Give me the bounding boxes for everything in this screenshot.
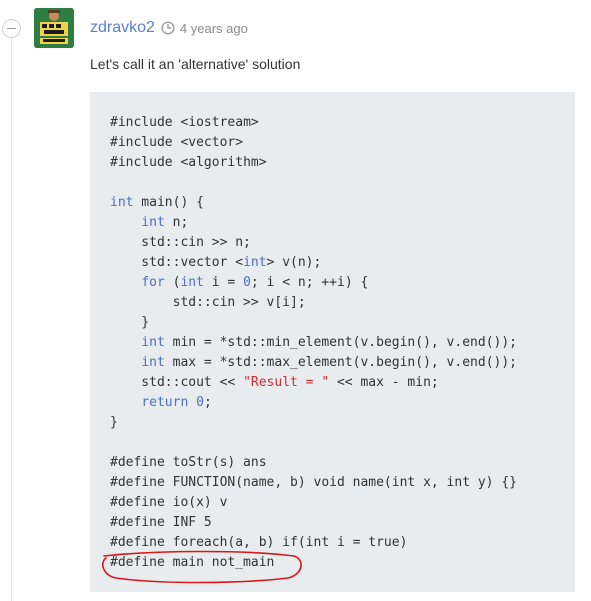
timestamp[interactable]: 4 years ago	[180, 21, 248, 36]
code-line: #define toStr(s) ans	[110, 455, 267, 470]
comment-meta: zdravko2 4 years ago	[90, 17, 248, 39]
code-line: std::cin >> v[i];	[110, 295, 306, 310]
code-line: #include <vector>	[110, 135, 244, 150]
code-line: int max = *std::max_element(v.begin(), v…	[141, 355, 517, 370]
username-link[interactable]: zdravko2	[90, 19, 155, 37]
code-line: return 0;	[141, 395, 212, 410]
avatar[interactable]	[34, 8, 74, 48]
code-block: #include <iostream> #include <vector> #i…	[90, 92, 575, 592]
code-line: }	[110, 315, 150, 330]
avatar-image	[34, 8, 74, 48]
collapse-button[interactable]	[2, 19, 21, 38]
code-line: #define main not_main	[110, 555, 275, 570]
code-line: #define INF 5	[110, 515, 212, 530]
thread-line	[11, 38, 12, 601]
code-line: std::cout << "Result = " << max - min;	[110, 375, 439, 390]
code-line: int main() {	[110, 195, 204, 210]
code-line: std::vector <int> v(n);	[110, 255, 322, 270]
code-line: std::cin >> n;	[110, 235, 251, 250]
code-content: #include <iostream> #include <vector> #i…	[110, 113, 517, 573]
code-line: #define foreach(a, b) if(int i = true)	[110, 535, 408, 550]
clock-icon	[161, 21, 175, 35]
code-line: int min = *std::min_element(v.begin(), v…	[141, 335, 517, 350]
code-line: for (int i = 0; i < n; ++i) {	[141, 275, 369, 290]
code-line: #include <iostream>	[110, 115, 259, 130]
code-line: #include <algorithm>	[110, 155, 267, 170]
code-line: int n;	[141, 215, 189, 230]
comment-text: Let's call it an 'alternative' solution	[90, 56, 301, 72]
code-line: #define io(x) v	[110, 495, 228, 510]
code-line: #define FUNCTION(name, b) void name(int …	[110, 475, 517, 490]
code-line: }	[110, 415, 118, 430]
